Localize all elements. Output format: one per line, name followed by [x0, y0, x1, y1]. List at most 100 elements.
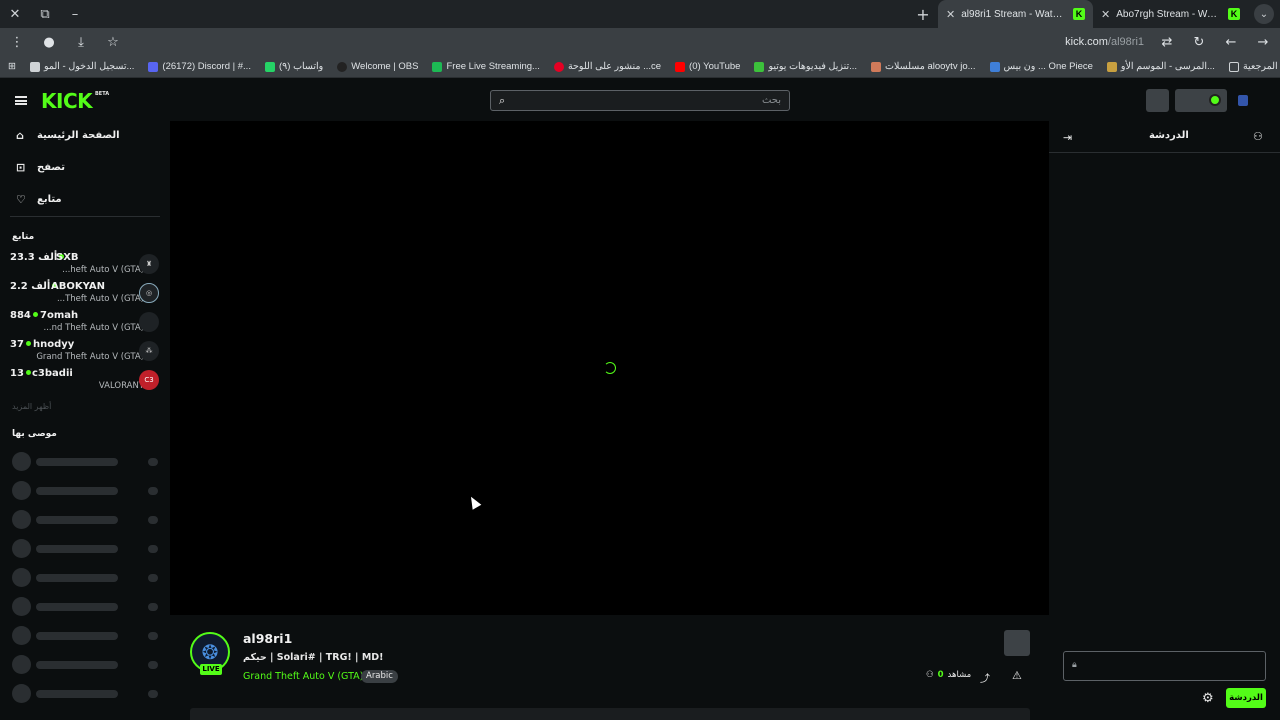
language-tag[interactable]: Arabic — [361, 670, 398, 683]
viewer-count: ⚇ 0 مشاهد — [926, 670, 971, 680]
pinterest-icon — [553, 61, 564, 72]
live-dot-icon — [25, 341, 31, 346]
reload-icon[interactable]: ↻ — [1190, 33, 1208, 51]
stream-category-link[interactable]: Grand Theft Auto V (GTA) — [243, 671, 363, 682]
channel-game: Grand Theft Auto V (GTA) — [36, 352, 144, 362]
tab-title: Abo7rgh Stream - Watch Live o — [1116, 8, 1222, 20]
report-icon[interactable]: ⚠ — [1012, 669, 1022, 682]
bookmark-item[interactable]: (26172) Discord | #... — [148, 61, 251, 72]
new-tab-button[interactable]: + — [908, 5, 938, 24]
following-heading: متابع — [12, 232, 35, 242]
viewers-icon: ⚇ — [926, 670, 934, 680]
onepiece-icon — [989, 61, 1000, 72]
address-bar[interactable]: kick.com/al98ri1 — [1065, 36, 1144, 48]
skeleton-row — [12, 568, 160, 587]
stream-title: حيكم | Solari# | TRG! | MD! — [243, 652, 384, 663]
video-player[interactable] — [170, 121, 1049, 615]
bookmark-item[interactable]: Welcome | OBS — [337, 61, 418, 72]
channel-avatar: ⁂ — [139, 341, 159, 361]
url-path: /al98ri1 — [1107, 36, 1144, 48]
skeleton-row — [12, 684, 160, 703]
tab-title: al98ri1 Stream - Watch Live on — [961, 8, 1067, 20]
sidebar-channel-abokyan[interactable]: 2.2 ألف ABOKYAN ...Theft Auto V (GTA) ◎ — [10, 281, 160, 307]
bookmark-item[interactable]: تسجيل الدخول - المو... — [29, 61, 134, 72]
tab-inactive[interactable]: ✕ Abo7rgh Stream - Watch Live o K — [1093, 0, 1248, 28]
search-icon: ⌕ — [499, 93, 506, 107]
user-menu-button[interactable] — [1175, 89, 1227, 112]
forward-icon[interactable]: → — [1254, 33, 1272, 51]
kick-favicon-icon: K — [1073, 8, 1085, 20]
share-icon[interactable]: ⤴ — [980, 670, 990, 685]
url-host: kick.com — [1065, 36, 1108, 48]
channel-avatar: ♜ — [139, 254, 159, 274]
sidebar-item-following[interactable]: ♡ متابع — [16, 194, 62, 205]
search-bar[interactable]: ⌕ — [490, 90, 790, 111]
browse-icon: ⊡ — [16, 161, 26, 174]
window-close-icon[interactable]: ✕ — [0, 0, 30, 28]
collapse-chat-icon[interactable]: ⇥ — [1063, 131, 1072, 144]
channel-game: ...heft Auto V (GTA) — [62, 265, 144, 275]
tab-search-icon[interactable]: ⌄ — [1254, 4, 1274, 24]
chat-panel: ⇥ الدردشة ⚇ 🔒︎ ⚙ الدردشة — [1049, 121, 1280, 720]
sidebar-item-browse[interactable]: ⊡ تصفح — [16, 162, 65, 173]
chat-users-icon[interactable]: ⚇ — [1253, 130, 1263, 143]
kick-logo[interactable]: KICK — [41, 89, 93, 113]
sidebar-channel-c3badii[interactable]: 13 c3badii VALORANT C3 — [10, 368, 160, 394]
chat-send-button[interactable]: الدردشة — [1226, 688, 1266, 708]
tv-icon — [871, 61, 882, 72]
bookmark-item[interactable]: ون بيس ... One Piece — [989, 61, 1093, 72]
download-icon[interactable]: ⤓ — [72, 33, 90, 51]
bookmark-star-icon[interactable]: ☆ — [104, 33, 122, 51]
show-more-link[interactable]: أظهر المزيد — [12, 402, 51, 411]
sidebar-channel-hnodyy[interactable]: 37 hnodyy Grand Theft Auto V (GTA) ⁂ — [10, 339, 160, 365]
notification-button[interactable] — [1146, 89, 1169, 112]
bookmark-item[interactable]: منشور على اللوحة ...ce — [553, 61, 661, 72]
viewer-count-number: 0 — [937, 670, 944, 680]
channel-avatar: C3 — [139, 370, 159, 390]
window-minimize-icon[interactable]: – — [60, 0, 90, 28]
channel-avatar — [139, 312, 159, 332]
browser-tab-bar: ✕ ⧉ – + ✕ al98ri1 Stream - Watch Live on… — [0, 0, 1280, 28]
profile-icon[interactable]: ● — [40, 33, 58, 51]
chat-header: ⇥ الدردشة ⚇ — [1049, 121, 1280, 153]
bookmark-item[interactable]: (٩) واتساب — [264, 61, 323, 72]
follow-button[interactable] — [1004, 630, 1030, 656]
channel-viewers: 884 — [10, 310, 40, 321]
chat-input[interactable]: 🔒︎ — [1063, 651, 1266, 681]
channel-name: c3badii — [32, 368, 73, 379]
bookmark-item[interactable]: تنزيل فيديوهات يوتيو... — [754, 61, 857, 72]
back-icon[interactable]: ← — [1222, 33, 1240, 51]
site-settings-icon[interactable]: ⇄ — [1158, 33, 1176, 51]
bookmarks-extension-icon[interactable]: ⊞ — [8, 61, 16, 72]
channel-name[interactable]: al98ri1 — [243, 631, 292, 646]
bookmark-item[interactable]: مسلسلات alooytv jo... — [871, 61, 976, 72]
tab-close-icon[interactable]: ✕ — [1101, 8, 1110, 21]
tab-close-icon[interactable]: ✕ — [946, 8, 955, 21]
home-icon: ⌂ — [16, 129, 24, 142]
user-avatar[interactable] — [1238, 95, 1248, 106]
menu-dots-icon[interactable]: ⋮ — [8, 33, 26, 51]
sidebar-channel-sxb[interactable]: 23.3 ألف SXB ...heft Auto V (GTA) ♜ — [10, 252, 160, 278]
chat-settings-icon[interactable]: ⚙ — [1202, 691, 1214, 706]
lock-icon: 🔒︎ — [1072, 660, 1077, 670]
hamburger-menu-icon[interactable] — [15, 96, 27, 105]
beta-label: BETA — [95, 91, 110, 97]
window-restore-icon[interactable]: ⧉ — [30, 0, 60, 28]
sidebar-channel-7omah[interactable]: 884 7omah ...nd Theft Auto V (GTA) — [10, 310, 160, 336]
bookmark-item[interactable]: (0) YouTube — [675, 61, 740, 72]
sidebar-divider — [10, 216, 160, 217]
bookmark-item-all[interactable]: كل الإشارات المرجعية — [1228, 61, 1280, 72]
stream-info: ❂ LIVE al98ri1 حيكم | Solari# | TRG! | M… — [170, 615, 1049, 720]
sidebar-item-home[interactable]: ⌂ الصفحة الرئيسية — [16, 130, 120, 141]
live-dot-icon — [32, 312, 38, 317]
channel-game: ...nd Theft Auto V (GTA) — [43, 323, 145, 333]
viewer-count-label: مشاهد — [947, 670, 972, 680]
bookmark-item[interactable]: المرسى - الموسم الأو... — [1106, 61, 1215, 72]
obs-icon — [337, 61, 348, 72]
whatsapp-icon — [264, 61, 275, 72]
tab-active[interactable]: ✕ al98ri1 Stream - Watch Live on K — [938, 0, 1093, 28]
bookmark-item[interactable]: Free Live Streaming... — [432, 61, 540, 72]
search-input[interactable] — [511, 95, 781, 106]
channel-name: ABOKYAN — [51, 281, 106, 292]
sidebar: ⌂ الصفحة الرئيسية ⊡ تصفح ♡ متابع متابع 2… — [0, 121, 170, 720]
